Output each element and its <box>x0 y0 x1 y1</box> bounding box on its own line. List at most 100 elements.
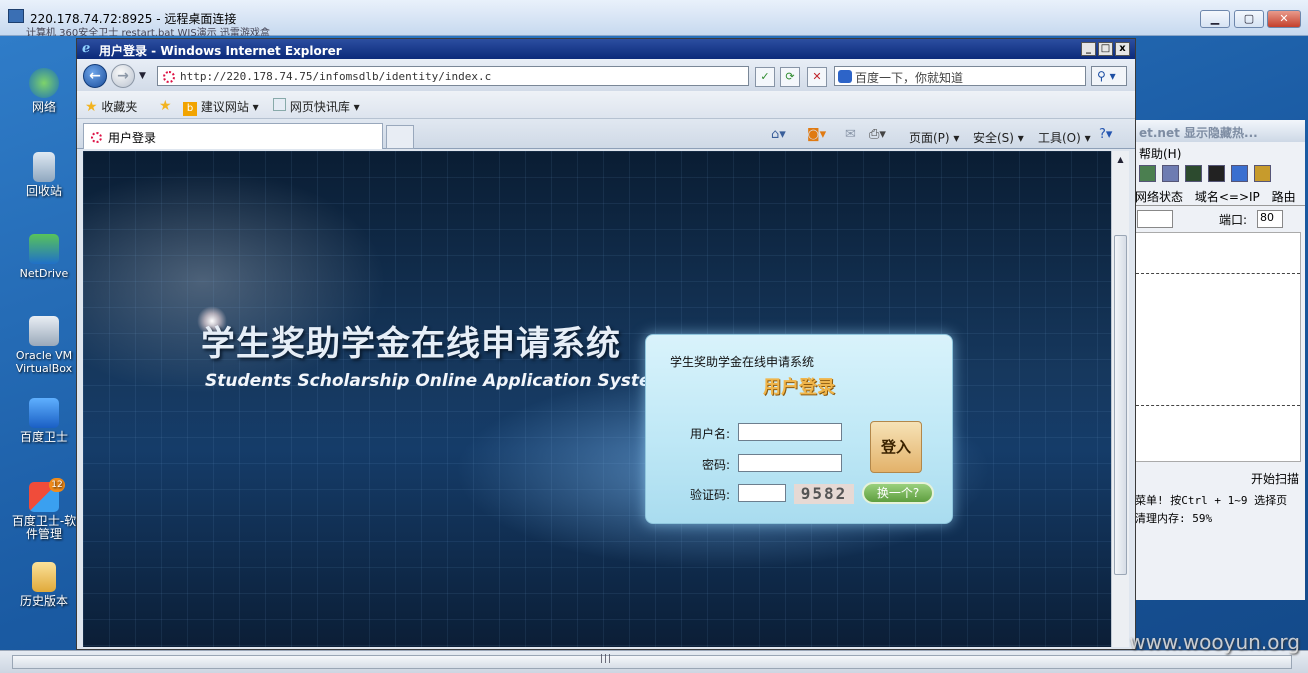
baidu-guard-shield-icon <box>29 398 59 428</box>
tool-icon[interactable] <box>1139 165 1156 182</box>
login-system-name: 学生奖助学金在线申请系统 <box>670 355 815 369</box>
remote-desktop-shortcut-strip: 计算机 360安全卫士 restart.bat WIS演示 迅雷游戏盒 <box>26 28 270 36</box>
ie-minimize-button[interactable]: _ <box>1081 42 1096 56</box>
password-label: 密码: <box>701 458 730 472</box>
favorites-label: 收藏夹 <box>101 100 138 114</box>
rdp-computer-icon <box>8 9 24 23</box>
url-input[interactable]: http://220.178.74.75/infomsdlb/identity/… <box>157 66 749 86</box>
scroll-thumb[interactable] <box>1114 235 1127 575</box>
desktop-icon-netdrive[interactable]: NetDrive <box>6 234 82 280</box>
fav-item-suggested-sites[interactable]: b 建议网站 ▾ <box>183 98 259 116</box>
tool-icon[interactable] <box>1254 165 1271 182</box>
mail-icon[interactable]: ✉ <box>845 127 856 142</box>
desktop-icon-baidu-guard[interactable]: 百度卫士 <box>6 398 82 444</box>
desktop-icon-label: Oracle VM VirtualBox <box>15 349 73 375</box>
url-text: http://220.178.74.75/infomsdlb/identity/… <box>180 70 492 83</box>
page-menu[interactable]: 页面(P) ▾ <box>909 129 959 146</box>
bg-status-line: 菜单! 按Ctrl + 1~9 选择页 <box>1135 494 1288 507</box>
rdp-maximize-button[interactable]: ▢ <box>1234 10 1264 28</box>
recycle-bin-icon <box>33 152 55 182</box>
bg-memory-status: 清理内存: 59% <box>1135 512 1213 525</box>
bg-host-input[interactable] <box>1137 210 1173 228</box>
fav-item-label: 建议网站 ▾ <box>200 100 259 114</box>
desktop-icon-history[interactable]: 历史版本 <box>6 562 82 608</box>
tool-icon[interactable] <box>1162 165 1179 182</box>
history-dropdown-icon[interactable]: ▼ <box>139 71 146 81</box>
captcha-label: 验证码: <box>689 488 730 502</box>
pen-icon[interactable] <box>1231 165 1248 182</box>
bg-tab[interactable]: 网络状态 <box>1135 190 1183 204</box>
ie-window-title: 用户登录 - Windows Internet Explorer <box>99 44 342 58</box>
rdp-titlebar: 220.178.74.72:8925 - 远程桌面连接 计算机 360安全卫士 … <box>0 0 1308 36</box>
background-network-tool-window: et.net 显示隐藏热... 帮助(H) 网络状态 域名<=>IP 路由 端口… <box>1130 120 1305 600</box>
rdp-close-button[interactable]: ✕ <box>1267 10 1301 28</box>
compatibility-view-icon[interactable]: ✓ <box>755 67 775 87</box>
ie-logo-icon: ℯ <box>82 41 91 56</box>
page-vertical-scrollbar[interactable]: ▲ <box>1111 151 1129 647</box>
tab-user-login[interactable]: 用户登录 <box>83 123 383 149</box>
divider <box>1136 405 1300 406</box>
refresh-icon[interactable]: ⟳ <box>780 67 800 87</box>
monitor-icon[interactable] <box>1185 165 1202 182</box>
hero-title-cn: 学生奖助学金在线申请系统 <box>201 324 621 364</box>
baidu-paw-icon <box>838 70 852 83</box>
rdp-horizontal-scrollbar[interactable]: ||| <box>0 650 1308 673</box>
new-tab-button[interactable] <box>386 125 414 149</box>
ie-titlebar: ℯ 用户登录 - Windows Internet Explorer _ □ x <box>77 39 1135 59</box>
home-icon[interactable]: ⌂▾ <box>771 127 786 142</box>
console-icon[interactable] <box>1208 165 1225 182</box>
login-heading: 用户登录 <box>763 377 835 398</box>
loading-favicon-icon <box>163 71 175 83</box>
print-icon[interactable]: ⎙▾ <box>869 127 886 142</box>
captcha-input[interactable] <box>738 484 786 502</box>
login-button[interactable]: 登入 <box>870 421 922 473</box>
desktop-icon-label: NetDrive <box>19 267 69 280</box>
desktop-icon-recycle-bin[interactable]: 回收站 <box>6 152 82 198</box>
rdp-minimize-button[interactable]: ▁ <box>1200 10 1230 28</box>
favorites-button[interactable]: ★ 收藏夹 <box>85 98 137 115</box>
safety-menu[interactable]: 安全(S) ▾ <box>973 129 1024 146</box>
ie-window: ℯ 用户登录 - Windows Internet Explorer _ □ x… <box>76 38 1136 650</box>
captcha-image[interactable]: 9582 <box>794 484 854 504</box>
bg-tabs: 网络状态 域名<=>IP 路由 <box>1131 186 1305 206</box>
divider <box>1136 273 1300 274</box>
bg-tab[interactable]: 域名<=>IP <box>1195 190 1260 204</box>
tools-menu[interactable]: 工具(O) ▾ <box>1038 129 1091 146</box>
netdrive-icon <box>29 234 59 264</box>
ie-tab-row: 用户登录 ⌂▾ ◙▾ ✉ ⎙▾ 页面(P) ▾ 安全(S) ▾ 工具(O) ▾ … <box>77 119 1135 149</box>
login-panel: 学生奖助学金在线申请系统 用户登录 用户名: 密码: 验证码: 9582 登入 … <box>645 334 953 524</box>
back-arrow-icon[interactable]: ← <box>83 64 107 88</box>
port-label: 端口: <box>1219 212 1248 227</box>
search-input[interactable]: 百度一下，你就知道 <box>834 66 1086 86</box>
ie-close-button[interactable]: x <box>1115 42 1130 56</box>
help-icon[interactable]: ?▾ <box>1099 127 1112 142</box>
ie-address-bar: ← → ▼ http://220.178.74.75/infomsdlb/ide… <box>77 59 1135 91</box>
bg-menu-help[interactable]: 帮助(H) <box>1131 142 1305 162</box>
desktop-icon-network[interactable]: 网络 <box>6 68 82 114</box>
username-input[interactable] <box>738 423 842 441</box>
favorites-star-icon: ★ <box>85 99 98 115</box>
password-input[interactable] <box>738 454 842 472</box>
ie-maximize-button[interactable]: □ <box>1098 42 1113 56</box>
search-button[interactable]: ⚲ ▾ <box>1091 66 1127 86</box>
bg-tab[interactable]: 路由 <box>1272 190 1296 204</box>
stop-icon[interactable]: ✕ <box>807 67 827 87</box>
port-input[interactable]: 80 <box>1257 210 1284 228</box>
scroll-up-icon[interactable]: ▲ <box>1113 152 1129 168</box>
desktop-icon-label: 百度卫士 <box>19 430 68 444</box>
bg-window-title: et.net 显示隐藏热... <box>1131 120 1305 142</box>
refresh-captcha-button[interactable]: 换一个? <box>862 482 934 504</box>
feeds-icon[interactable]: ◙▾ <box>807 127 826 142</box>
web-slice-icon <box>273 98 286 111</box>
update-count-badge: 12 <box>49 478 65 492</box>
hscroll-thumb[interactable] <box>12 655 1292 669</box>
add-favorite-icon[interactable]: ★ <box>159 98 172 114</box>
bg-input-row: 端口: 80 <box>1131 206 1305 232</box>
forward-arrow-icon[interactable]: → <box>111 64 135 88</box>
fav-item-web-slice[interactable]: 网页快讯库 ▾ <box>273 98 360 115</box>
bg-result-pane <box>1135 232 1301 462</box>
desktop-icon-virtualbox[interactable]: Oracle VM VirtualBox <box>6 316 82 375</box>
start-scan-button[interactable]: 开始扫描 <box>1131 462 1305 490</box>
desktop-icon-baidu-software-manager[interactable]: 12 百度卫士-软件管理 <box>6 478 82 541</box>
username-label: 用户名: <box>689 427 730 441</box>
